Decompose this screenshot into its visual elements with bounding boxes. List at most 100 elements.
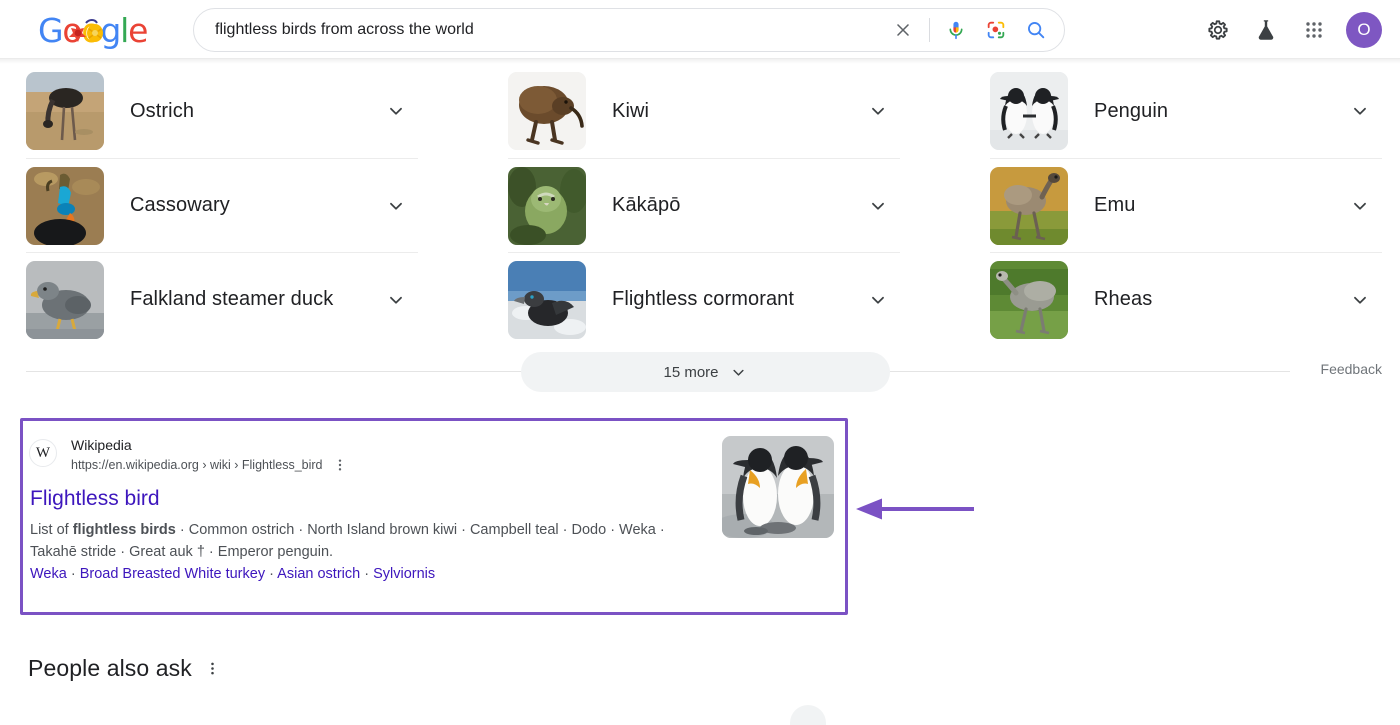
page-bottom-partial-element	[790, 705, 826, 725]
annotation-highlight-box: W Wikipedia https://en.wikipedia.org › w…	[20, 418, 848, 615]
show-more-label: 15 more	[663, 363, 719, 381]
chevron-down-icon	[1354, 202, 1366, 210]
chevron-down-icon	[872, 202, 884, 210]
expand-ostrich-button[interactable]	[384, 99, 408, 123]
flightless-cormorant-thumbnail	[508, 260, 586, 339]
snippet-bold-term: flightless birds	[72, 522, 176, 538]
carousel-item-label: Rheas	[1094, 288, 1153, 310]
result-title-link[interactable]: Flightless bird	[30, 486, 729, 512]
carousel-item-label: Kākāpō	[612, 194, 681, 216]
left-arrow-annotation	[856, 498, 974, 520]
carousel-item-emu[interactable]: Emu	[990, 158, 1382, 252]
rheas-thumbnail	[990, 260, 1068, 339]
sitelink[interactable]: Sylviornis	[373, 566, 435, 582]
carousel-item-label: Flightless cormorant	[612, 288, 795, 310]
result-site-name: Wikipedia	[71, 437, 132, 453]
carousel-item-label: Emu	[1094, 194, 1136, 216]
feedback-link[interactable]: Feedback	[1321, 361, 1382, 377]
people-also-ask-title: People also ask	[28, 655, 192, 681]
carousel-column-1: Ostrich Cassowary Falkland steamer duck	[26, 64, 418, 346]
google-labs-button[interactable]	[1242, 6, 1290, 54]
carousel-item-ostrich[interactable]: Ostrich	[26, 64, 418, 158]
settings-gear-icon	[1208, 19, 1228, 40]
result-options-button[interactable]	[331, 455, 349, 475]
carousel-item-label: Cassowary	[130, 194, 230, 216]
expand-cassowary-button[interactable]	[384, 194, 408, 218]
google-apps-button[interactable]	[1290, 6, 1338, 54]
sitelink[interactable]: Asian ostrich	[277, 566, 360, 582]
expand-emu-button[interactable]	[1348, 194, 1372, 218]
people-also-ask-options-button[interactable]	[204, 659, 222, 679]
search-bar[interactable]	[193, 8, 1065, 52]
expand-kiwi-button[interactable]	[866, 99, 890, 123]
google-logo-text: Google	[38, 11, 156, 51]
carousel-item-falkland-steamer-duck[interactable]: Falkland steamer duck	[26, 252, 418, 346]
carousel-item-kakapo[interactable]: Kākāpō	[508, 158, 900, 252]
logo-letter-g1: G	[38, 11, 64, 50]
close-icon	[897, 24, 909, 36]
chevron-down-icon	[1354, 107, 1366, 115]
google-logo[interactable]: Google	[38, 11, 156, 51]
microphone-icon	[949, 21, 963, 40]
carousel-item-label: Ostrich	[130, 99, 195, 122]
header-action-icons: O	[1194, 0, 1390, 59]
sitelink-separator: ·	[265, 566, 278, 582]
account-avatar[interactable]: O	[1346, 11, 1382, 48]
chevron-down-icon	[872, 107, 884, 115]
sitelink-separator: ·	[360, 566, 374, 582]
labs-flask-icon	[1258, 19, 1274, 40]
result-header: W Wikipedia https://en.wikipedia.org › w…	[29, 435, 729, 475]
carousel-footer: 15 more Feedback	[0, 352, 1400, 392]
chevron-down-icon	[732, 369, 744, 376]
logo-letter-l: l	[120, 11, 129, 50]
voice-search-button[interactable]	[936, 10, 976, 50]
logo-letter-o1: o	[62, 11, 82, 50]
king-penguins-thumbnail	[722, 436, 834, 538]
chevron-down-icon	[872, 296, 884, 304]
result-url: https://en.wikipedia.org › wiki › Flight…	[71, 458, 323, 472]
carousel-item-penguin[interactable]: Penguin	[990, 64, 1382, 158]
carousel-column-3: Penguin Emu Rheas	[990, 64, 1382, 346]
expand-falkland-steamer-duck-button[interactable]	[384, 288, 408, 312]
chevron-down-icon	[390, 107, 402, 115]
logo-letter-o2: o	[81, 11, 101, 50]
search-result-wikipedia: W Wikipedia https://en.wikipedia.org › w…	[29, 435, 729, 585]
lens-search-button[interactable]	[976, 10, 1016, 50]
carousel-item-label: Falkland steamer duck	[130, 288, 334, 310]
settings-button[interactable]	[1194, 6, 1242, 54]
carousel-item-flightless-cormorant[interactable]: Flightless cormorant	[508, 252, 900, 346]
carousel-item-kiwi[interactable]: Kiwi	[508, 64, 900, 158]
emu-thumbnail	[990, 166, 1068, 245]
logo-letter-e: e	[128, 11, 148, 50]
search-header: Google flightless birds from across the …	[0, 0, 1400, 59]
search-input[interactable]	[215, 16, 883, 44]
penguin-thumbnail	[990, 72, 1068, 150]
show-more-button[interactable]: 15 more	[521, 352, 890, 392]
search-submit-button[interactable]	[1016, 10, 1056, 50]
snippet-prefix: List of	[30, 522, 73, 538]
search-icon	[1028, 22, 1045, 39]
expand-kakapo-button[interactable]	[866, 194, 890, 218]
three-dot-menu-icon	[338, 459, 341, 471]
people-also-ask-section: People also ask	[28, 655, 222, 682]
result-url-row: https://en.wikipedia.org › wiki › Flight…	[71, 455, 349, 475]
chevron-down-icon	[1354, 296, 1366, 304]
cassowary-thumbnail	[26, 166, 104, 245]
clear-search-button[interactable]	[883, 10, 923, 50]
google-lens-icon	[987, 21, 1005, 39]
result-source-meta: Wikipedia https://en.wikipedia.org › wik…	[71, 435, 349, 475]
result-sitelinks: Weka · Broad Breasted White turkey · Asi…	[30, 563, 729, 585]
sitelink[interactable]: Weka	[30, 566, 67, 582]
wikipedia-favicon-icon: W	[29, 439, 57, 467]
expand-flightless-cormorant-button[interactable]	[866, 288, 890, 312]
carousel-item-cassowary[interactable]: Cassowary	[26, 158, 418, 252]
apps-grid-icon	[1306, 21, 1322, 38]
carousel-item-rheas[interactable]: Rheas	[990, 252, 1382, 346]
expand-rheas-button[interactable]	[1348, 288, 1372, 312]
three-dot-menu-icon	[211, 662, 215, 675]
logo-letter-g2: g	[100, 11, 121, 50]
chevron-down-icon	[390, 296, 402, 304]
sitelink[interactable]: Broad Breasted White turkey	[80, 566, 265, 582]
falkland-steamer-duck-thumbnail	[26, 260, 104, 339]
expand-penguin-button[interactable]	[1348, 99, 1372, 123]
